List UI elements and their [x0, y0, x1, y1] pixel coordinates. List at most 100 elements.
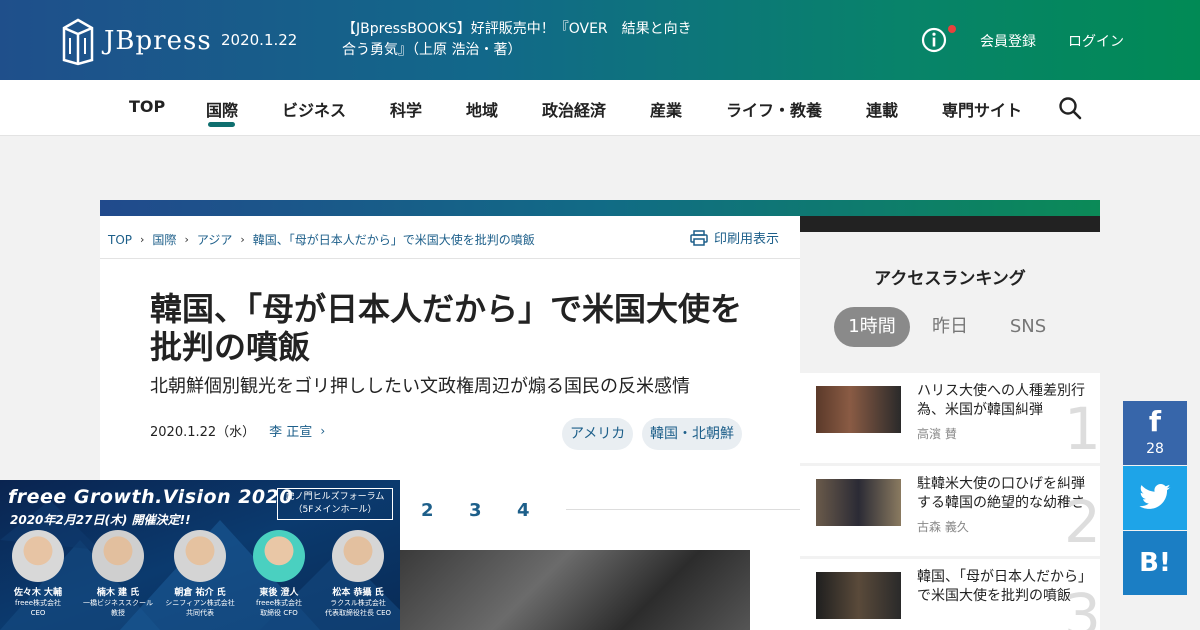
speaker-role: 一橋ビジネススクール — [83, 599, 153, 607]
ranking-thumbnail — [816, 386, 901, 433]
speaker-name: 東後 澄人 — [259, 588, 299, 598]
nav-item-politics-economy[interactable]: 政治経済 — [542, 97, 606, 121]
site-header: JBpress 2020.1.22 【JBpressBOOKS】好評販売中！『O… — [0, 0, 1200, 80]
hatena-bookmark-icon: B! — [1139, 548, 1171, 578]
speaker-name: 松本 恭攝 氏 — [332, 588, 384, 598]
ranking-tab-yesterday[interactable]: 昨日 — [920, 307, 980, 347]
ad-title: freee Growth.Vision 2020 — [8, 486, 294, 508]
ranking-item-author: 高濱 賛 — [917, 427, 957, 441]
ad-date: 2020年2月27日(木) 開催決定!! — [10, 513, 191, 527]
ad-speaker: 東後 澄人 freee株式会社 取締役 CFO — [239, 530, 319, 618]
speaker-role: 共同代表 — [186, 609, 214, 617]
access-ranking: アクセスランキング 1時間 昨日 SNS ハリス大使への人種差別行為、米国が韓国… — [800, 232, 1101, 630]
ad-banner[interactable]: freee Growth.Vision 2020 2020年2月27日(木) 開… — [0, 480, 400, 630]
content-top-bar — [100, 200, 1100, 216]
nav-item-international[interactable]: 国際 — [206, 97, 238, 121]
speaker-role: 教授 — [111, 609, 125, 617]
breadcrumb-current[interactable]: 韓国、「母が日本人だから」で米国大使を批判の噴飯 — [253, 231, 535, 248]
chevron-right-icon: › — [320, 423, 326, 438]
info-icon[interactable] — [921, 27, 947, 53]
facebook-share-button[interactable]: f 28 — [1123, 401, 1187, 465]
nav-item-top[interactable]: TOP — [129, 97, 165, 116]
speaker-role: freee株式会社 — [14, 599, 62, 607]
article-subtitle: 北朝鮮個別観光をゴリ押ししたい文政権周辺が煽る国民の反米感情 — [150, 376, 690, 397]
ad-venue: 虎ノ門ヒルズフォーラム （5Fメインホール） — [277, 488, 393, 520]
print-button[interactable]: 印刷用表示 — [690, 228, 779, 247]
jbpress-logo-icon — [62, 18, 94, 66]
article-photo — [400, 550, 750, 630]
speaker-name: 朝倉 祐介 氏 — [174, 588, 226, 598]
nav-item-life-culture[interactable]: ライフ・教養 — [726, 97, 822, 121]
speaker-role: ラクスル株式会社 — [330, 599, 386, 607]
header-date: 2020.1.22 — [221, 31, 298, 49]
print-label: 印刷用表示 — [714, 232, 780, 247]
search-icon[interactable] — [1058, 96, 1082, 120]
nav-item-science[interactable]: 科学 — [390, 97, 422, 121]
article-meta: 2020.1.22（水） 李 正宣 › — [150, 421, 326, 441]
tag-korea[interactable]: 韓国・北朝鮮 — [642, 418, 742, 450]
ad-venue-line1: 虎ノ門ヒルズフォーラム — [285, 492, 385, 502]
nav-item-business[interactable]: ビジネス — [282, 97, 346, 121]
speaker-role: 代表取締役社長 CEO — [324, 609, 392, 617]
ad-speaker: 佐々木 大輔 freee株式会社 CEO — [0, 530, 78, 618]
nav-item-industry[interactable]: 産業 — [650, 97, 682, 121]
ad-speaker: 楠木 建 氏 一橋ビジネススクール 教授 — [78, 530, 158, 618]
nav-active-indicator — [208, 122, 235, 127]
speaker-role: 取締役 CFO — [260, 609, 298, 617]
ranking-item[interactable]: 韓国、「母が日本人だから」で米国大使を批判の噴飯 3 — [800, 559, 1101, 630]
divider — [100, 258, 800, 259]
register-link[interactable]: 会員登録 — [980, 31, 1036, 51]
ranking-thumbnail — [816, 479, 901, 526]
page-link-2[interactable]: 2 — [421, 500, 434, 521]
author-link[interactable]: 李 正宣 — [269, 421, 312, 440]
hatena-bookmark-button[interactable]: B! — [1123, 531, 1187, 595]
ranking-tab-sns[interactable]: SNS — [998, 307, 1058, 347]
ranking-item-author: 古森 義久 — [917, 520, 969, 534]
twitter-icon — [1139, 484, 1171, 509]
speaker-photo — [253, 530, 305, 582]
site-logo[interactable]: JBpress — [60, 16, 212, 66]
speaker-photo — [92, 530, 144, 582]
article-title: 韓国、「母が日本人だから」で米国大使を批判の噴飯 — [150, 290, 743, 366]
facebook-share-count: 28 — [1146, 441, 1164, 457]
speaker-photo — [12, 530, 64, 582]
ranking-title: アクセスランキング — [874, 269, 1026, 289]
speaker-role: freee株式会社 — [255, 599, 303, 607]
ranking-item[interactable]: 駐韓米大使の口ひげを糾弾する韓国の絶望的な幼稚さ 古森 義久 2 — [800, 466, 1101, 556]
printer-icon — [690, 229, 708, 246]
speaker-photo — [174, 530, 226, 582]
breadcrumb-asia[interactable]: アジア — [197, 231, 233, 248]
breadcrumb-chevron-icon: › — [140, 233, 145, 246]
ad-speaker: 朝倉 祐介 氏 シニフィアン株式会社 共同代表 — [160, 530, 240, 618]
page-link-4[interactable]: 4 — [517, 500, 530, 521]
speaker-role: シニフィアン株式会社 — [165, 599, 235, 607]
tag-america[interactable]: アメリカ — [562, 418, 634, 450]
ranking-thumbnail — [816, 572, 901, 619]
logo-text: JBpress — [104, 26, 212, 56]
facebook-icon: f — [1148, 405, 1162, 438]
ranking-number: 1 — [1064, 395, 1101, 463]
breadcrumb: TOP › 国際 › アジア › 韓国、「母が日本人だから」で米国大使を批判の噴… — [108, 231, 535, 248]
header-promo-link[interactable]: 【JBpressBOOKS】好評販売中！『OVER 結果と向き合う勇気』（上原 … — [342, 19, 692, 61]
notification-dot — [948, 25, 956, 33]
ad-speaker: 松本 恭攝 氏 ラクスル株式会社 代表取締役社長 CEO — [318, 530, 398, 618]
breadcrumb-chevron-icon: › — [184, 233, 189, 246]
ranking-tab-1hour[interactable]: 1時間 — [834, 307, 910, 347]
nav-item-series[interactable]: 連載 — [866, 97, 898, 121]
speaker-name: 楠木 建 氏 — [96, 588, 140, 598]
twitter-share-button[interactable] — [1123, 466, 1187, 530]
ranking-number: 2 — [1064, 488, 1101, 556]
speaker-photo — [332, 530, 384, 582]
ranking-number: 3 — [1064, 581, 1101, 630]
login-link[interactable]: ログイン — [1068, 31, 1124, 51]
ranking-item[interactable]: ハリス大使への人種差別行為、米国が韓国糾弾 高濱 賛 1 — [800, 373, 1101, 463]
article-date: 2020.1.22（水） — [150, 425, 256, 440]
nav-item-region[interactable]: 地域 — [466, 97, 498, 121]
divider — [566, 509, 800, 510]
page-link-3[interactable]: 3 — [469, 500, 482, 521]
nav-item-special-sites[interactable]: 専門サイト — [942, 97, 1022, 121]
sidebar-top-bar — [800, 216, 1100, 232]
breadcrumb-international[interactable]: 国際 — [152, 231, 176, 248]
ad-venue-line2: （5Fメインホール） — [293, 505, 377, 515]
breadcrumb-top[interactable]: TOP — [108, 233, 132, 247]
